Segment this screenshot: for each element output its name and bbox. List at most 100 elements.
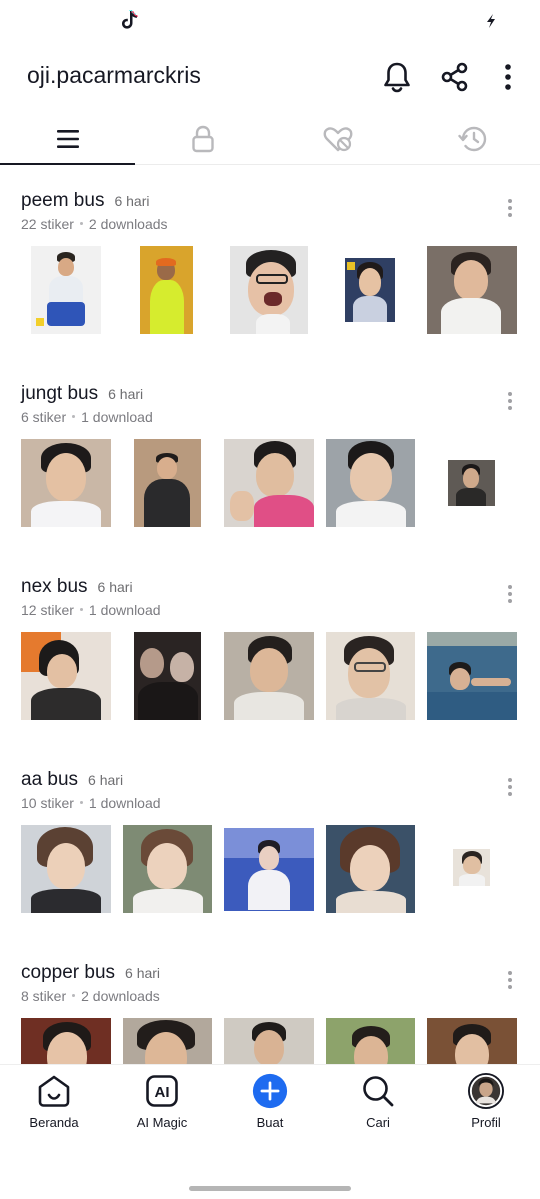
pack-meta: 22 stiker 2 downloads: [21, 216, 168, 232]
sticker-pack-card[interactable]: peem bus 6 hari 22 stiker 2 downloads: [0, 166, 540, 359]
sticker-thumbnail[interactable]: [123, 825, 212, 913]
separator-dot: [79, 608, 83, 612]
nav-label: Beranda: [29, 1115, 79, 1130]
sticker-thumbnail[interactable]: [134, 439, 201, 527]
sticker-pack-card[interactable]: copper bus 6 hari 8 stiker 2 downloads: [0, 938, 540, 1064]
sticker-thumbnail[interactable]: [427, 1018, 517, 1064]
pack-more-button[interactable]: [500, 968, 520, 992]
nav-buat[interactable]: Buat: [225, 1073, 315, 1143]
sticker-thumbnail[interactable]: [224, 1018, 314, 1064]
tab-private[interactable]: [135, 114, 270, 164]
share-icon: [441, 62, 468, 92]
download-count: 2 downloads: [88, 216, 168, 232]
nav-cari[interactable]: Cari: [333, 1073, 423, 1143]
pack-meta: 10 stiker 1 download: [21, 795, 161, 811]
sticker-thumbnail[interactable]: [123, 1018, 212, 1064]
sticker-pack-card[interactable]: nex bus 6 hari 12 stiker 1 download: [0, 552, 540, 745]
sticker-thumbnail[interactable]: [326, 439, 415, 527]
pack-more-button[interactable]: [500, 775, 520, 799]
nav-profil[interactable]: Profil: [441, 1073, 531, 1143]
tiktok-icon: [122, 10, 139, 29]
charging-icon: [487, 14, 495, 28]
svg-text:AI: AI: [155, 1084, 170, 1101]
pack-age: 6 hari: [125, 965, 161, 981]
separator-dot: [79, 222, 83, 226]
search-icon: [363, 1076, 394, 1107]
pack-title-row: nex bus 6 hari: [21, 576, 133, 598]
download-count: 1 download: [88, 602, 161, 618]
sticker-thumbnail[interactable]: [31, 246, 101, 334]
nav-label: Profil: [471, 1115, 501, 1130]
sticker-thumbnail[interactable]: [345, 258, 395, 322]
bottom-navigation: Beranda AI AI Magic Buat Cari Profil: [0, 1064, 540, 1164]
lock-icon: [191, 125, 214, 153]
sticker-pack-card[interactable]: aa bus 6 hari 10 stiker 1 download: [0, 745, 540, 938]
avatar-icon: [468, 1073, 504, 1109]
download-count: 2 downloads: [81, 988, 160, 1004]
sticker-thumbnail[interactable]: [21, 632, 111, 720]
separator-dot: [72, 994, 76, 998]
pack-age: 6 hari: [88, 772, 124, 788]
tab-packs[interactable]: [0, 114, 135, 165]
sticker-pack-card[interactable]: jungt bus 6 hari 6 stiker 1 download: [0, 359, 540, 552]
separator-dot: [72, 415, 76, 419]
sticker-thumbnail[interactable]: [224, 828, 314, 911]
sticker-pack-list: peem bus 6 hari 22 stiker 2 downloads ju…: [0, 166, 540, 1064]
more-vert-icon: [505, 64, 511, 90]
nav-label: Buat: [256, 1115, 284, 1130]
pack-meta: 8 stiker 2 downloads: [21, 988, 160, 1004]
pack-more-button[interactable]: [500, 196, 520, 220]
pack-title: jungt bus: [21, 383, 99, 404]
sticker-thumbnail[interactable]: [427, 246, 517, 334]
sticker-count: 12 stiker: [21, 602, 74, 618]
sticker-thumbnail[interactable]: [21, 825, 111, 913]
sticker-thumbnail[interactable]: [224, 439, 314, 527]
sticker-count: 6 stiker: [21, 409, 67, 425]
pack-more-button[interactable]: [500, 582, 520, 606]
sticker-thumbnail[interactable]: [427, 632, 517, 720]
notifications-button[interactable]: [377, 57, 417, 97]
sticker-thumbnail[interactable]: [21, 439, 111, 527]
sticker-thumbnails: [0, 244, 540, 336]
sticker-thumbnail[interactable]: [134, 632, 201, 720]
pack-title-row: copper bus 6 hari: [21, 962, 160, 984]
sticker-thumbnail[interactable]: [21, 1018, 111, 1064]
sticker-thumbnail[interactable]: [453, 849, 490, 886]
bell-icon: [384, 62, 410, 93]
pack-title: peem bus: [21, 190, 105, 211]
home-icon: [38, 1075, 70, 1107]
nav-label: Cari: [366, 1115, 390, 1130]
download-count: 1 download: [81, 409, 153, 425]
more-options-button[interactable]: [488, 57, 528, 97]
pack-title: copper bus: [21, 962, 116, 983]
share-button[interactable]: [435, 57, 475, 97]
nav-label: AI Magic: [136, 1115, 188, 1130]
pack-age: 6 hari: [108, 386, 144, 402]
nav-ai-magic[interactable]: AI AI Magic: [117, 1073, 207, 1143]
home-indicator: [189, 1186, 351, 1191]
pack-more-button[interactable]: [500, 389, 520, 413]
nav-beranda[interactable]: Beranda: [9, 1073, 99, 1143]
profile-header: oji.pacarmarckris: [0, 40, 540, 114]
tab-liked[interactable]: [270, 114, 405, 164]
sticker-thumbnail[interactable]: [326, 825, 415, 913]
sticker-thumbnail[interactable]: [140, 246, 193, 334]
sticker-thumbnails: [0, 823, 540, 915]
separator-dot: [79, 801, 83, 805]
sticker-count: 22 stiker: [21, 216, 74, 232]
download-count: 1 download: [88, 795, 161, 811]
pack-meta: 6 stiker 1 download: [21, 409, 153, 425]
pack-age: 6 hari: [114, 193, 150, 209]
tab-history[interactable]: [405, 114, 540, 164]
sticker-thumbnail[interactable]: [224, 632, 314, 720]
status-bar: [0, 0, 540, 40]
sticker-thumbnail[interactable]: [448, 460, 495, 506]
sticker-thumbnail[interactable]: [326, 632, 415, 720]
heart-off-icon: [323, 127, 352, 152]
sticker-count: 10 stiker: [21, 795, 74, 811]
sticker-thumbnail[interactable]: [326, 1018, 415, 1064]
pack-title-row: jungt bus 6 hari: [21, 383, 143, 405]
pack-title-row: aa bus 6 hari: [21, 769, 123, 791]
sticker-thumbnail[interactable]: [230, 246, 308, 334]
profile-tabs: [0, 114, 540, 165]
